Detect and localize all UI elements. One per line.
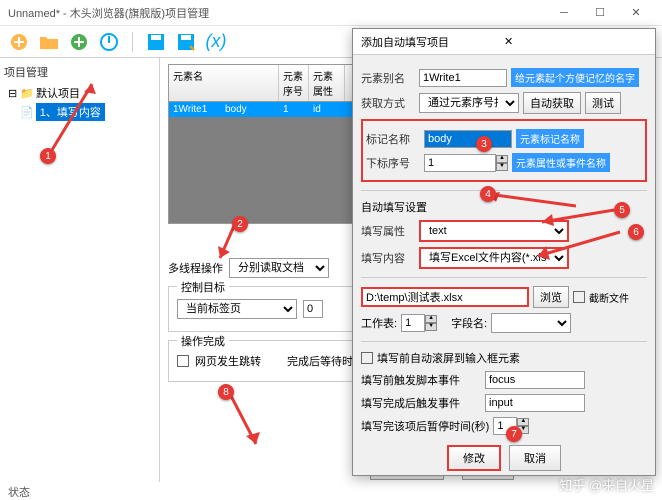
watermark: 知乎 @来自火星 [559,475,654,494]
truncate-checkbox[interactable] [573,291,585,303]
variable-icon[interactable]: (x) [205,31,227,53]
path-input[interactable] [361,287,529,307]
dialog-title: 添加自动填写项目 [361,34,504,50]
status-bar: 状态 [0,482,38,500]
titlebar: Unnamed* - 木头浏览器(旗舰版)项目管理 ─ ☐ ✕ [0,0,662,26]
badge-6: 6 [628,224,644,240]
minimize-button[interactable]: ─ [546,0,582,26]
dialog-modify-button[interactable]: 修改 [447,445,501,471]
before-event-input[interactable] [485,371,585,389]
alias-input[interactable] [419,69,507,87]
tagname-input[interactable] [424,130,512,148]
close-button[interactable]: ✕ [618,0,654,26]
dialog-close-icon[interactable]: ✕ [504,35,647,48]
target-select[interactable]: 当前标签页 [177,299,297,319]
badge-8: 8 [218,384,234,400]
badge-2: 2 [232,216,248,232]
browse-button[interactable]: 浏览 [533,286,569,308]
new-icon[interactable] [8,31,30,53]
method-select[interactable]: 通过元素序号捕获 [419,93,519,113]
badge-4: 4 [480,186,496,202]
autoget-button[interactable]: 自动获取 [523,92,581,114]
window-title: Unnamed* - 木头浏览器(旗舰版)项目管理 [8,5,546,21]
scroll-checkbox[interactable] [361,352,373,364]
power-icon[interactable] [98,31,120,53]
jump-checkbox[interactable] [177,355,189,367]
save-icon[interactable] [145,31,167,53]
dialog-cancel-button[interactable]: 取消 [509,445,561,471]
maximize-button[interactable]: ☐ [582,0,618,26]
index-input[interactable] [424,154,496,172]
test-button[interactable]: 测试 [585,92,621,114]
target-index[interactable] [303,300,323,318]
badge-5: 5 [614,202,630,218]
saveas-icon[interactable] [175,31,197,53]
badge-1: 1 [40,148,56,164]
sheet-input[interactable] [401,314,425,332]
add-icon[interactable] [68,31,90,53]
after-event-input[interactable] [485,394,585,412]
field-select[interactable] [491,313,571,333]
badge-3: 3 [476,136,492,152]
badge-7: 7 [506,426,522,442]
open-icon[interactable] [38,31,60,53]
